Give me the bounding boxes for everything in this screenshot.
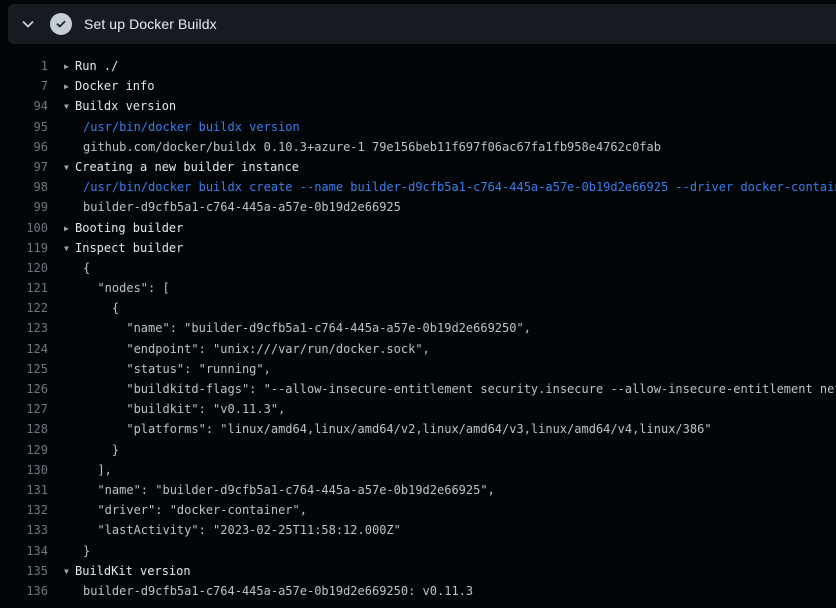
log-line: 99 builder-d9cfb5a1-c764-445a-a57e-0b19d2… (0, 197, 836, 217)
log-text: "nodes": [ (64, 278, 170, 298)
log-group-label[interactable]: ▶Run ./ (64, 56, 118, 76)
line-number-link[interactable]: 125 (8, 359, 48, 379)
log-text: "platforms": "linux/amd64,linux/amd64/v2… (64, 419, 712, 439)
line-number-link[interactable]: 124 (8, 339, 48, 359)
log-line: 134} (0, 541, 836, 561)
log-text: { (64, 258, 90, 278)
triangle-expanded-icon[interactable]: ▼ (64, 562, 75, 582)
log-text: "name": "builder-d9cfb5a1-c764-445a-a57e… (64, 318, 531, 338)
log-line: 122 { (0, 298, 836, 318)
line-number-link[interactable]: 96 (8, 137, 48, 157)
line-number-link[interactable]: 135 (8, 561, 48, 581)
log-line: 126 "buildkitd-flags": "--allow-insecure… (0, 379, 836, 399)
log-text: "buildkitd-flags": "--allow-insecure-ent… (64, 379, 836, 399)
log-line: 95/usr/bin/docker buildx version (0, 117, 836, 137)
line-number-link[interactable]: 120 (8, 258, 48, 278)
log-text: builder-d9cfb5a1-c764-445a-a57e-0b19d2e6… (64, 197, 401, 217)
line-number-link[interactable]: 122 (8, 298, 48, 318)
log-text: } (64, 440, 119, 460)
line-number-link[interactable]: 127 (8, 399, 48, 419)
step-title: Set up Docker Buildx (84, 16, 217, 32)
log-text: "buildkit": "v0.11.3", (64, 399, 285, 419)
triangle-expanded-icon[interactable]: ▼ (64, 158, 75, 178)
log-group-label[interactable]: ▼Inspect builder (64, 238, 183, 258)
log-text: } (64, 541, 90, 561)
log-line: 1 ▶Run ./ (0, 56, 836, 76)
line-number-link[interactable]: 133 (8, 520, 48, 540)
log-line: 100 ▶Booting builder (0, 218, 836, 238)
chevron-down-icon[interactable] (20, 16, 36, 32)
log-text: { (64, 298, 119, 318)
line-number-link[interactable]: 123 (8, 318, 48, 338)
line-number-link[interactable]: 95 (8, 117, 48, 137)
log-group-label[interactable]: ▶Docker info (64, 76, 154, 96)
log-line: 127 "buildkit": "v0.11.3", (0, 399, 836, 419)
log-group-label[interactable]: ▼Buildx version (64, 96, 176, 116)
log-group-label[interactable]: ▼BuildKit version (64, 561, 191, 581)
line-number-link[interactable]: 136 (8, 581, 48, 601)
log-text: "endpoint": "unix:///var/run/docker.sock… (64, 339, 430, 359)
line-number-link[interactable]: 97 (8, 157, 48, 177)
line-number-link[interactable]: 119 (8, 238, 48, 258)
log-text: "status": "running", (64, 359, 271, 379)
line-number-link[interactable]: 99 (8, 197, 48, 217)
log-line: 123 "name": "builder-d9cfb5a1-c764-445a-… (0, 318, 836, 338)
log-line: 97 ▼Creating a new builder instance (0, 157, 836, 177)
log-text: "name": "builder-d9cfb5a1-c764-445a-a57e… (64, 480, 495, 500)
log-line: 125 "status": "running", (0, 359, 836, 379)
log-line: 7 ▶Docker info (0, 76, 836, 96)
log-line: 121 "nodes": [ (0, 278, 836, 298)
log-line: 120 { (0, 258, 836, 278)
line-number-link[interactable]: 131 (8, 480, 48, 500)
line-number-link[interactable]: 128 (8, 419, 48, 439)
log-text: builder-d9cfb5a1-c764-445a-a57e-0b19d2e6… (64, 581, 473, 601)
step-header[interactable]: Set up Docker Buildx (8, 4, 836, 44)
log-output: 1▶Run ./7▶Docker info94▼Buildx version95… (0, 44, 836, 601)
line-number-link[interactable]: 1 (8, 56, 48, 76)
log-line: 96 github.com/docker/buildx 0.10.3+azure-… (0, 137, 836, 157)
check-circle-icon (50, 13, 72, 35)
log-line: 128 "platforms": "linux/amd64,linux/amd6… (0, 419, 836, 439)
triangle-collapsed-icon[interactable]: ▶ (64, 77, 75, 97)
log-line: 119 ▼Inspect builder (0, 238, 836, 258)
log-text: "lastActivity": "2023-02-25T11:58:12.000… (64, 520, 401, 540)
line-number-link[interactable]: 132 (8, 500, 48, 520)
line-number-link[interactable]: 94 (8, 96, 48, 116)
line-number-link[interactable]: 7 (8, 76, 48, 96)
log-line: 135 ▼BuildKit version (0, 561, 836, 581)
line-number-link[interactable]: 98 (8, 177, 48, 197)
line-number-link[interactable]: 130 (8, 460, 48, 480)
log-line: 124 "endpoint": "unix:///var/run/docker.… (0, 339, 836, 359)
log-line: 129 } (0, 440, 836, 460)
log-line: 132 "driver": "docker-container", (0, 500, 836, 520)
log-text: /usr/bin/docker buildx create --name bui… (64, 177, 836, 197)
log-line: 133 "lastActivity": "2023-02-25T11:58:12… (0, 520, 836, 540)
triangle-expanded-icon[interactable]: ▼ (64, 239, 75, 259)
line-number-link[interactable]: 121 (8, 278, 48, 298)
line-number-link[interactable]: 129 (8, 440, 48, 460)
log-group-label[interactable]: ▼Creating a new builder instance (64, 157, 299, 177)
log-line: 130 ], (0, 460, 836, 480)
line-number-link[interactable]: 134 (8, 541, 48, 561)
log-text: ], (64, 460, 112, 480)
log-text: "driver": "docker-container", (64, 500, 307, 520)
log-line: 98/usr/bin/docker buildx create --name b… (0, 177, 836, 197)
log-line: 131 "name": "builder-d9cfb5a1-c764-445a-… (0, 480, 836, 500)
line-number-link[interactable]: 126 (8, 379, 48, 399)
line-number-link[interactable]: 100 (8, 218, 48, 238)
log-text: /usr/bin/docker buildx version (64, 117, 300, 137)
log-line: 94 ▼Buildx version (0, 96, 836, 116)
triangle-collapsed-icon[interactable]: ▶ (64, 57, 75, 77)
triangle-expanded-icon[interactable]: ▼ (64, 97, 75, 117)
log-line: 136 builder-d9cfb5a1-c764-445a-a57e-0b19d… (0, 581, 836, 601)
log-text: github.com/docker/buildx 0.10.3+azure-1 … (64, 137, 661, 157)
log-group-label[interactable]: ▶Booting builder (64, 218, 183, 238)
triangle-collapsed-icon[interactable]: ▶ (64, 219, 75, 239)
